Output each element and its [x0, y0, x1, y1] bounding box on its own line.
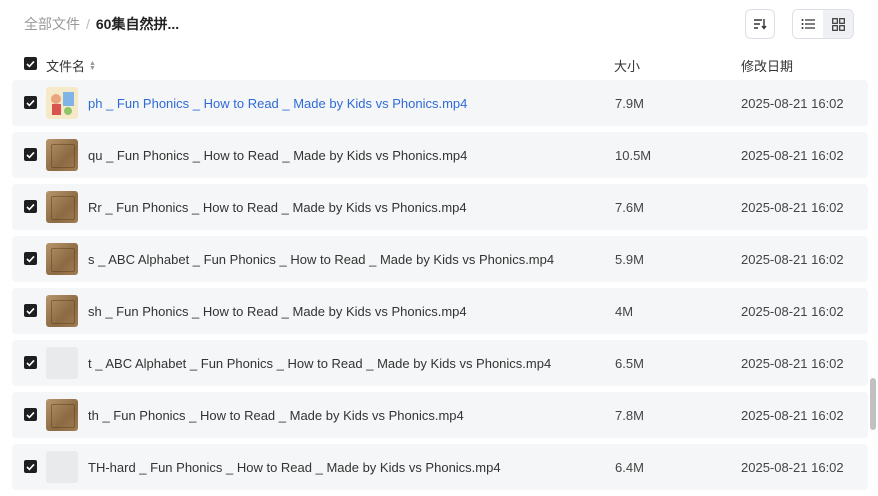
file-name-link[interactable]: th _ Fun Phonics _ How to Read _ Made by… [88, 408, 464, 423]
file-modified-date: 2025-08-21 16:02 [741, 200, 844, 215]
video-thumbnail [46, 191, 78, 223]
sort-arrows-icon: ▲ ▼ [89, 59, 96, 72]
row-checkbox[interactable] [24, 460, 37, 473]
grid-view-button[interactable] [823, 10, 853, 38]
file-size: 5.9M [615, 252, 644, 267]
view-toggle [792, 9, 854, 39]
breadcrumb: 全部文件 / 60集自然拼... [24, 14, 179, 34]
file-row[interactable]: TH-hard _ Fun Phonics _ How to Read _ Ma… [12, 444, 868, 490]
file-name-link[interactable]: TH-hard _ Fun Phonics _ How to Read _ Ma… [88, 460, 501, 475]
file-size: 10.5M [615, 148, 652, 163]
video-thumbnail [46, 87, 78, 119]
file-modified-date: 2025-08-21 16:02 [741, 96, 844, 111]
select-all-checkbox[interactable] [24, 57, 37, 70]
checkmark-icon [26, 307, 35, 315]
file-modified-date: 2025-08-21 16:02 [741, 304, 844, 319]
checkmark-icon [26, 151, 35, 159]
vertical-scrollbar-thumb[interactable] [870, 378, 876, 430]
file-modified-date: 2025-08-21 16:02 [741, 460, 844, 475]
checkmark-icon [26, 411, 35, 419]
checkmark-icon [26, 255, 35, 263]
file-row[interactable]: sh _ Fun Phonics _ How to Read _ Made by… [12, 288, 868, 334]
breadcrumb-separator: / [86, 16, 90, 32]
video-thumbnail [46, 243, 78, 275]
file-name-link[interactable]: s _ ABC Alphabet _ Fun Phonics _ How to … [88, 252, 554, 267]
row-checkbox[interactable] [24, 252, 37, 265]
row-checkbox[interactable] [24, 96, 37, 109]
file-name-link[interactable]: Rr _ Fun Phonics _ How to Read _ Made by… [88, 200, 467, 215]
file-modified-date: 2025-08-21 16:02 [741, 408, 844, 423]
breadcrumb-current-folder: 60集自然拼... [95, 16, 180, 32]
file-name-link[interactable]: t _ ABC Alphabet _ Fun Phonics _ How to … [88, 356, 551, 371]
file-row[interactable]: Rr _ Fun Phonics _ How to Read _ Made by… [12, 184, 868, 230]
list-view-icon [801, 19, 815, 29]
video-thumbnail-placeholder [46, 451, 78, 483]
list-view-button[interactable] [793, 10, 823, 38]
size-column-header[interactable]: 大小 [614, 56, 640, 75]
file-modified-date: 2025-08-21 16:02 [741, 148, 844, 163]
row-checkbox[interactable] [24, 304, 37, 317]
checkmark-icon [26, 463, 35, 471]
grid-view-icon [831, 17, 845, 31]
file-name-link[interactable]: sh _ Fun Phonics _ How to Read _ Made by… [88, 304, 467, 319]
file-modified-date: 2025-08-21 16:02 [741, 356, 844, 371]
name-column-label: 文件名 [46, 59, 86, 74]
checkmark-icon [26, 359, 35, 367]
file-size: 7.8M [615, 408, 644, 423]
row-checkbox[interactable] [24, 200, 37, 213]
file-size: 7.6M [615, 200, 644, 215]
file-name-link[interactable]: qu _ Fun Phonics _ How to Read _ Made by… [88, 148, 467, 163]
file-size: 4M [615, 304, 634, 319]
video-thumbnail [46, 399, 78, 431]
row-checkbox[interactable] [24, 408, 37, 421]
sort-button[interactable] [745, 9, 775, 39]
checkmark-icon [26, 60, 35, 68]
file-row[interactable]: s _ ABC Alphabet _ Fun Phonics _ How to … [12, 236, 868, 282]
file-size: 7.9M [615, 96, 644, 111]
file-name-link[interactable]: ph _ Fun Phonics _ How to Read _ Made by… [88, 96, 467, 111]
file-row[interactable]: t _ ABC Alphabet _ Fun Phonics _ How to … [12, 340, 868, 386]
checkmark-icon [26, 99, 35, 107]
file-list-header: 文件名 ▲ ▼ 大小 修改日期 [12, 52, 868, 76]
video-thumbnail [46, 295, 78, 327]
row-checkbox[interactable] [24, 356, 37, 369]
file-size: 6.4M [615, 460, 644, 475]
sort-list-icon [754, 19, 767, 30]
file-size: 6.5M [615, 356, 644, 371]
file-modified-date: 2025-08-21 16:02 [741, 252, 844, 267]
video-thumbnail [46, 139, 78, 171]
file-row[interactable]: qu _ Fun Phonics _ How to Read _ Made by… [12, 132, 868, 178]
date-column-header[interactable]: 修改日期 [741, 56, 793, 75]
breadcrumb-root-link[interactable]: 全部文件 [24, 14, 80, 34]
checkmark-icon [26, 203, 35, 211]
video-thumbnail-placeholder [46, 347, 78, 379]
file-row[interactable]: ph _ Fun Phonics _ How to Read _ Made by… [12, 80, 868, 126]
name-column-header[interactable]: 文件名 ▲ ▼ [46, 56, 96, 75]
row-checkbox[interactable] [24, 148, 37, 161]
file-list: ph _ Fun Phonics _ How to Read _ Made by… [12, 80, 868, 496]
file-row[interactable]: th _ Fun Phonics _ How to Read _ Made by… [12, 392, 868, 438]
